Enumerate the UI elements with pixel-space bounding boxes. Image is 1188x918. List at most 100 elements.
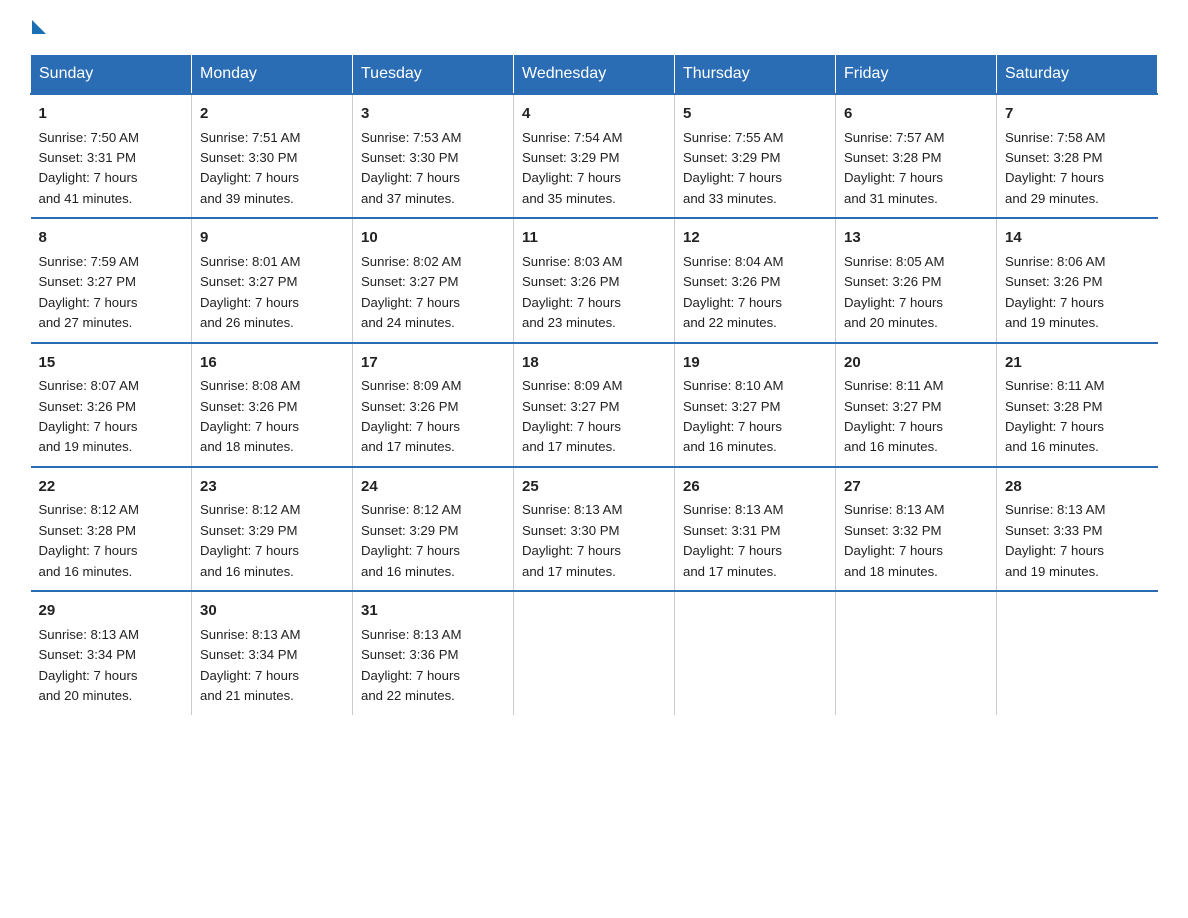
calendar-header: SundayMondayTuesdayWednesdayThursdayFrid… [31,55,1158,95]
day-number: 6 [844,103,988,126]
day-number: 25 [522,476,666,499]
day-number: 31 [361,600,505,623]
day-info: Sunrise: 8:13 AMSunset: 3:32 PMDaylight:… [844,500,988,582]
header-day-friday: Friday [836,55,997,95]
day-info: Sunrise: 8:11 AMSunset: 3:27 PMDaylight:… [844,376,988,458]
day-number: 30 [200,600,344,623]
calendar-cell: 23Sunrise: 8:12 AMSunset: 3:29 PMDayligh… [192,467,353,591]
calendar-cell: 17Sunrise: 8:09 AMSunset: 3:26 PMDayligh… [353,343,514,467]
calendar-cell: 8Sunrise: 7:59 AMSunset: 3:27 PMDaylight… [31,218,192,342]
calendar-cell: 13Sunrise: 8:05 AMSunset: 3:26 PMDayligh… [836,218,997,342]
day-info: Sunrise: 8:12 AMSunset: 3:29 PMDaylight:… [361,500,505,582]
calendar-table: SundayMondayTuesdayWednesdayThursdayFrid… [30,54,1158,715]
day-number: 20 [844,352,988,375]
calendar-cell: 18Sunrise: 8:09 AMSunset: 3:27 PMDayligh… [514,343,675,467]
calendar-cell: 5Sunrise: 7:55 AMSunset: 3:29 PMDaylight… [675,94,836,218]
calendar-cell: 29Sunrise: 8:13 AMSunset: 3:34 PMDayligh… [31,591,192,714]
calendar-body: 1Sunrise: 7:50 AMSunset: 3:31 PMDaylight… [31,94,1158,715]
day-info: Sunrise: 8:09 AMSunset: 3:27 PMDaylight:… [522,376,666,458]
day-number: 3 [361,103,505,126]
day-number: 22 [39,476,184,499]
day-info: Sunrise: 8:06 AMSunset: 3:26 PMDaylight:… [1005,252,1150,334]
calendar-cell: 3Sunrise: 7:53 AMSunset: 3:30 PMDaylight… [353,94,514,218]
logo [30,20,46,34]
calendar-cell: 31Sunrise: 8:13 AMSunset: 3:36 PMDayligh… [353,591,514,714]
page-header [30,20,1158,34]
calendar-cell: 12Sunrise: 8:04 AMSunset: 3:26 PMDayligh… [675,218,836,342]
day-info: Sunrise: 8:02 AMSunset: 3:27 PMDaylight:… [361,252,505,334]
day-number: 21 [1005,352,1150,375]
calendar-cell: 19Sunrise: 8:10 AMSunset: 3:27 PMDayligh… [675,343,836,467]
day-info: Sunrise: 8:13 AMSunset: 3:33 PMDaylight:… [1005,500,1150,582]
day-info: Sunrise: 7:54 AMSunset: 3:29 PMDaylight:… [522,128,666,210]
week-row-1: 1Sunrise: 7:50 AMSunset: 3:31 PMDaylight… [31,94,1158,218]
day-info: Sunrise: 8:13 AMSunset: 3:30 PMDaylight:… [522,500,666,582]
week-row-4: 22Sunrise: 8:12 AMSunset: 3:28 PMDayligh… [31,467,1158,591]
logo-arrow-icon [32,20,46,34]
calendar-cell: 2Sunrise: 7:51 AMSunset: 3:30 PMDaylight… [192,94,353,218]
day-number: 27 [844,476,988,499]
calendar-cell: 21Sunrise: 8:11 AMSunset: 3:28 PMDayligh… [997,343,1158,467]
day-info: Sunrise: 8:12 AMSunset: 3:29 PMDaylight:… [200,500,344,582]
day-number: 19 [683,352,827,375]
day-info: Sunrise: 8:09 AMSunset: 3:26 PMDaylight:… [361,376,505,458]
day-number: 11 [522,227,666,250]
day-number: 15 [39,352,184,375]
calendar-cell: 15Sunrise: 8:07 AMSunset: 3:26 PMDayligh… [31,343,192,467]
day-number: 23 [200,476,344,499]
day-number: 16 [200,352,344,375]
day-number: 18 [522,352,666,375]
calendar-cell: 16Sunrise: 8:08 AMSunset: 3:26 PMDayligh… [192,343,353,467]
day-info: Sunrise: 8:08 AMSunset: 3:26 PMDaylight:… [200,376,344,458]
header-day-saturday: Saturday [997,55,1158,95]
day-info: Sunrise: 7:51 AMSunset: 3:30 PMDaylight:… [200,128,344,210]
header-day-monday: Monday [192,55,353,95]
day-info: Sunrise: 8:13 AMSunset: 3:31 PMDaylight:… [683,500,827,582]
calendar-cell [675,591,836,714]
header-day-wednesday: Wednesday [514,55,675,95]
day-info: Sunrise: 8:12 AMSunset: 3:28 PMDaylight:… [39,500,184,582]
calendar-cell: 11Sunrise: 8:03 AMSunset: 3:26 PMDayligh… [514,218,675,342]
day-info: Sunrise: 7:53 AMSunset: 3:30 PMDaylight:… [361,128,505,210]
day-number: 5 [683,103,827,126]
day-number: 24 [361,476,505,499]
day-info: Sunrise: 8:03 AMSunset: 3:26 PMDaylight:… [522,252,666,334]
calendar-cell: 4Sunrise: 7:54 AMSunset: 3:29 PMDaylight… [514,94,675,218]
calendar-cell: 20Sunrise: 8:11 AMSunset: 3:27 PMDayligh… [836,343,997,467]
day-number: 17 [361,352,505,375]
day-number: 14 [1005,227,1150,250]
day-info: Sunrise: 7:50 AMSunset: 3:31 PMDaylight:… [39,128,184,210]
calendar-cell: 1Sunrise: 7:50 AMSunset: 3:31 PMDaylight… [31,94,192,218]
day-number: 8 [39,227,184,250]
day-number: 26 [683,476,827,499]
week-row-5: 29Sunrise: 8:13 AMSunset: 3:34 PMDayligh… [31,591,1158,714]
header-day-thursday: Thursday [675,55,836,95]
day-info: Sunrise: 7:59 AMSunset: 3:27 PMDaylight:… [39,252,184,334]
calendar-cell: 27Sunrise: 8:13 AMSunset: 3:32 PMDayligh… [836,467,997,591]
calendar-cell [836,591,997,714]
calendar-cell: 6Sunrise: 7:57 AMSunset: 3:28 PMDaylight… [836,94,997,218]
day-info: Sunrise: 7:58 AMSunset: 3:28 PMDaylight:… [1005,128,1150,210]
day-number: 1 [39,103,184,126]
calendar-cell: 28Sunrise: 8:13 AMSunset: 3:33 PMDayligh… [997,467,1158,591]
calendar-cell: 25Sunrise: 8:13 AMSunset: 3:30 PMDayligh… [514,467,675,591]
header-day-tuesday: Tuesday [353,55,514,95]
header-row: SundayMondayTuesdayWednesdayThursdayFrid… [31,55,1158,95]
day-number: 13 [844,227,988,250]
day-number: 29 [39,600,184,623]
calendar-cell: 22Sunrise: 8:12 AMSunset: 3:28 PMDayligh… [31,467,192,591]
calendar-cell: 26Sunrise: 8:13 AMSunset: 3:31 PMDayligh… [675,467,836,591]
day-number: 9 [200,227,344,250]
header-day-sunday: Sunday [31,55,192,95]
day-info: Sunrise: 8:05 AMSunset: 3:26 PMDaylight:… [844,252,988,334]
day-info: Sunrise: 7:57 AMSunset: 3:28 PMDaylight:… [844,128,988,210]
day-number: 2 [200,103,344,126]
day-info: Sunrise: 8:04 AMSunset: 3:26 PMDaylight:… [683,252,827,334]
day-info: Sunrise: 8:13 AMSunset: 3:34 PMDaylight:… [39,625,184,707]
calendar-cell [997,591,1158,714]
calendar-cell: 7Sunrise: 7:58 AMSunset: 3:28 PMDaylight… [997,94,1158,218]
day-info: Sunrise: 8:07 AMSunset: 3:26 PMDaylight:… [39,376,184,458]
calendar-cell: 10Sunrise: 8:02 AMSunset: 3:27 PMDayligh… [353,218,514,342]
calendar-cell: 30Sunrise: 8:13 AMSunset: 3:34 PMDayligh… [192,591,353,714]
calendar-cell: 9Sunrise: 8:01 AMSunset: 3:27 PMDaylight… [192,218,353,342]
